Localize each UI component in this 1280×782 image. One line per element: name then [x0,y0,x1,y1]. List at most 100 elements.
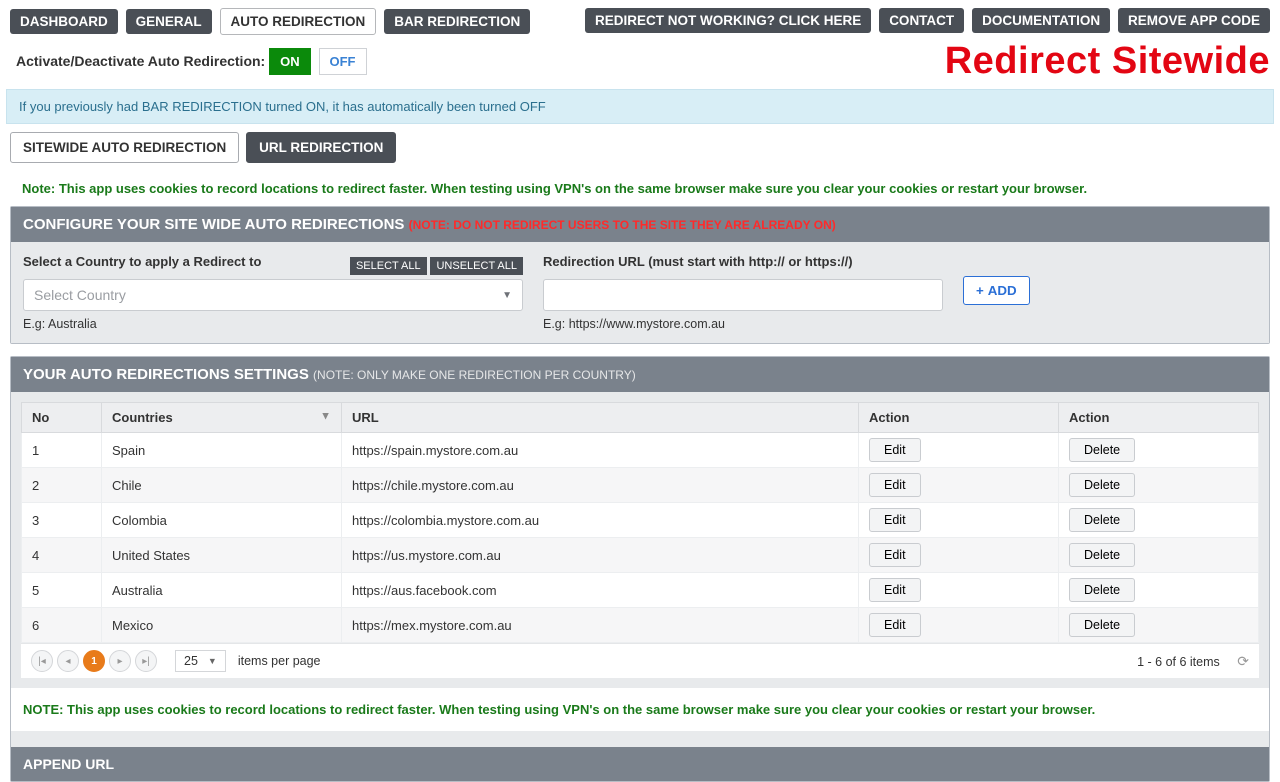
country-hint: E.g: Australia [23,317,523,331]
plus-icon: + [976,283,984,298]
redirections-table: No Countries ▲ URL Action Action 1Spainh… [21,402,1259,643]
cell-no: 1 [22,433,102,468]
nav-auto-redirection[interactable]: AUTO REDIRECTION [220,8,377,35]
cell-url: https://mex.mystore.com.au [342,608,859,643]
pager-current-page[interactable]: 1 [83,650,105,672]
page-size-select[interactable]: 25 ▼ [175,650,226,672]
subtab-sitewide[interactable]: SITEWIDE AUTO REDIRECTION [10,132,239,163]
th-countries[interactable]: Countries ▲ [102,403,342,433]
cell-country: Chile [102,468,342,503]
edit-button[interactable]: Edit [869,473,921,497]
configure-panel-header: CONFIGURE YOUR SITE WIDE AUTO REDIRECTIO… [11,207,1269,242]
add-button[interactable]: + ADD [963,276,1030,305]
country-select-label: Select a Country to apply a Redirect to [23,254,261,269]
append-url-header: APPEND URL [11,747,1269,781]
country-select[interactable]: Select Country ▼ [23,279,523,311]
page-headline: Redirect Sitewide [945,40,1270,83]
delete-button[interactable]: Delete [1069,613,1135,637]
toggle-off-button[interactable]: OFF [319,48,367,75]
configure-panel-body: Select a Country to apply a Redirect to … [11,242,1269,343]
th-no[interactable]: No [22,403,102,433]
cell-url: https://us.mystore.com.au [342,538,859,573]
nav-documentation[interactable]: DOCUMENTATION [972,8,1110,33]
subtab-url-redirection[interactable]: URL REDIRECTION [246,132,396,163]
pager: |◂ ◂ 1 ▸ ▸| 25 ▼ items per page 1 - 6 of… [21,643,1259,678]
nav-not-working[interactable]: REDIRECT NOT WORKING? CLICK HERE [585,8,871,33]
cookie-note-bottom: NOTE: This app uses cookies to record lo… [11,688,1269,731]
pager-prev-icon[interactable]: ◂ [57,650,79,672]
table-row: 1Spainhttps://spain.mystore.com.au Edit De… [22,433,1259,468]
info-banner: If you previously had BAR REDIRECTION tu… [6,89,1274,124]
url-label: Redirection URL (must start with http://… [543,254,943,269]
cookie-note-top: Note: This app uses cookies to record lo… [0,163,1280,206]
nav-right: REDIRECT NOT WORKING? CLICK HERE CONTACT… [585,8,1270,35]
delete-button[interactable]: Delete [1069,543,1135,567]
cell-no: 5 [22,573,102,608]
cell-no: 4 [22,538,102,573]
edit-button[interactable]: Edit [869,578,921,602]
per-page-label: items per page [238,654,321,668]
nav-general[interactable]: GENERAL [126,9,212,34]
edit-button[interactable]: Edit [869,508,921,532]
chevron-down-icon: ▼ [502,290,512,301]
delete-button[interactable]: Delete [1069,438,1135,462]
th-url[interactable]: URL [342,403,859,433]
cell-country: Spain [102,433,342,468]
th-action-delete[interactable]: Action [1059,403,1259,433]
toggle-on-button[interactable]: ON [269,48,311,75]
edit-button[interactable]: Edit [869,543,921,567]
unselect-all-button[interactable]: UNSELECT ALL [430,257,523,275]
nav-remove-app-code[interactable]: REMOVE APP CODE [1118,8,1270,33]
configure-warning: (NOTE: DO NOT REDIRECT USERS TO THE SITE… [409,218,836,232]
pager-summary: 1 - 6 of 6 items [1137,655,1220,669]
table-row: 2Chilehttps://chile.mystore.com.au Edit De… [22,468,1259,503]
nav-bar-redirection[interactable]: BAR REDIRECTION [384,9,530,34]
pager-first-icon[interactable]: |◂ [31,650,53,672]
cell-url: https://spain.mystore.com.au [342,433,859,468]
settings-panel: YOUR AUTO REDIRECTIONS SETTINGS (NOTE: O… [10,356,1270,782]
settings-subnote: (NOTE: ONLY MAKE ONE REDIRECTION PER COU… [313,368,636,382]
settings-title: YOUR AUTO REDIRECTIONS SETTINGS [23,366,309,383]
edit-button[interactable]: Edit [869,438,921,462]
table-row: 5Australiahttps://aus.facebook.com Edit De… [22,573,1259,608]
cell-country: Colombia [102,503,342,538]
refresh-icon[interactable]: ⟳ [1237,653,1249,669]
toggle-row: Activate/Deactivate Auto Redirection: ON… [0,38,1280,89]
settings-panel-header: YOUR AUTO REDIRECTIONS SETTINGS (NOTE: O… [11,357,1269,392]
nav-dashboard[interactable]: DASHBOARD [10,9,118,34]
nav-left: DASHBOARD GENERAL AUTO REDIRECTION BAR R… [10,8,530,35]
configure-panel: CONFIGURE YOUR SITE WIDE AUTO REDIRECTIO… [10,206,1270,344]
chevron-down-icon: ▼ [208,656,217,666]
table-row: 3Colombiahttps://colombia.mystore.com.au… [22,503,1259,538]
delete-button[interactable]: Delete [1069,508,1135,532]
toggle-group: Activate/Deactivate Auto Redirection: ON… [16,48,367,75]
table-row: 6Mexicohttps://mex.mystore.com.au Edit Del… [22,608,1259,643]
add-label: ADD [988,283,1017,298]
select-all-button[interactable]: SELECT ALL [350,257,427,275]
cell-url: https://chile.mystore.com.au [342,468,859,503]
subtab-row: SITEWIDE AUTO REDIRECTION URL REDIRECTIO… [0,132,1280,163]
table-row: 4United Stateshttps://us.mystore.com.au E… [22,538,1259,573]
cell-country: Mexico [102,608,342,643]
delete-button[interactable]: Delete [1069,473,1135,497]
pager-last-icon[interactable]: ▸| [135,650,157,672]
cell-no: 3 [22,503,102,538]
toggle-label: Activate/Deactivate Auto Redirection: [16,53,265,69]
configure-title: CONFIGURE YOUR SITE WIDE AUTO REDIRECTIO… [23,216,404,233]
url-hint: E.g: https://www.mystore.com.au [543,317,943,331]
edit-button[interactable]: Edit [869,613,921,637]
redirection-url-input[interactable] [543,279,943,311]
pager-next-icon[interactable]: ▸ [109,650,131,672]
cell-no: 2 [22,468,102,503]
delete-button[interactable]: Delete [1069,578,1135,602]
country-placeholder: Select Country [34,287,126,303]
cell-url: https://colombia.mystore.com.au [342,503,859,538]
cell-url: https://aus.facebook.com [342,573,859,608]
cell-country: United States [102,538,342,573]
filter-icon[interactable]: ▲ [320,410,331,422]
th-action-edit[interactable]: Action [859,403,1059,433]
cell-no: 6 [22,608,102,643]
top-navbar: DASHBOARD GENERAL AUTO REDIRECTION BAR R… [0,0,1280,38]
nav-contact[interactable]: CONTACT [879,8,964,33]
cell-country: Australia [102,573,342,608]
